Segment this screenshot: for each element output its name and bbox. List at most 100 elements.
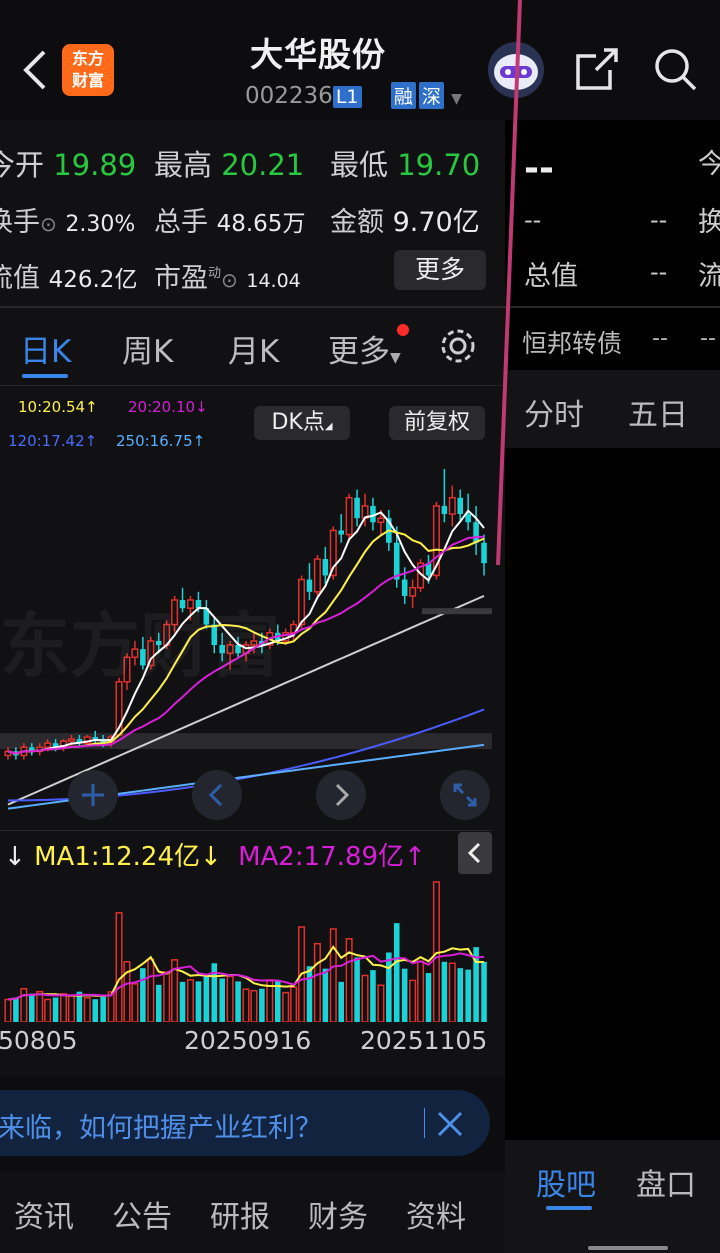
margin-tag: 融 <box>390 82 416 109</box>
banner-text: 来临，如何把握产业红利？ <box>0 1113 322 1144</box>
stock-code-row[interactable]: 002236 L1 融深 ▼ <box>245 82 462 109</box>
ma10-legend: 10:20.54↑ <box>18 398 98 416</box>
volume-bar <box>20 987 28 1022</box>
volume-chart[interactable] <box>0 876 492 1022</box>
tab-announcements[interactable]: 公告 <box>112 1192 172 1236</box>
candle-body <box>322 559 329 576</box>
back-icon[interactable] <box>16 48 52 92</box>
volume-bar <box>219 978 225 1022</box>
volume-bar <box>259 988 265 1022</box>
volume-bar <box>52 997 59 1022</box>
candle-body <box>393 542 400 580</box>
level-tag: L1 <box>332 86 362 108</box>
tab-daily-k[interactable]: 日K <box>20 326 71 371</box>
tab-guba[interactable]: 股吧 <box>536 1160 596 1204</box>
date-label-2: 20250916 <box>184 1026 312 1055</box>
volume-bar <box>92 999 99 1022</box>
scroll-right-button[interactable] <box>316 770 366 820</box>
tab-news[interactable]: 资讯 <box>14 1192 74 1236</box>
volume-bar <box>425 973 432 1022</box>
tab-finance[interactable]: 财务 <box>308 1192 368 1236</box>
dk-point-button[interactable]: DK点◢ <box>254 406 350 440</box>
zoom-in-button[interactable] <box>68 770 118 820</box>
right-total-value: -- <box>650 258 668 286</box>
candle-body <box>345 496 353 536</box>
candle-body <box>481 542 487 564</box>
right-value-b: -- <box>650 206 668 234</box>
more-quotes-button[interactable]: 更多 <box>394 250 486 290</box>
chevron-down-icon: ▼ <box>451 91 462 107</box>
candle-body <box>377 517 385 524</box>
candle-body <box>306 579 313 592</box>
volume-bar <box>155 984 162 1022</box>
fullscreen-button[interactable] <box>440 770 490 820</box>
volume-bar <box>361 974 369 1022</box>
bond-value-2: -- <box>700 326 716 351</box>
volume-bar <box>354 957 360 1022</box>
eastmoney-logo: 东方 财富 <box>62 44 114 96</box>
tab-indicator <box>546 1206 592 1210</box>
high-quote: 最高 20.21 <box>154 148 305 182</box>
candle-body <box>401 579 408 596</box>
tab-research[interactable]: 研报 <box>210 1192 270 1236</box>
volume-bar <box>186 979 194 1022</box>
divider <box>0 830 492 831</box>
volume-bar <box>83 997 91 1022</box>
price-adjust-button[interactable]: 前复权 <box>389 406 485 440</box>
market-cap-quote: 流值 426.2亿 <box>0 263 138 294</box>
volume-bar <box>329 928 337 1022</box>
tab-orderbook[interactable]: 盘口 <box>636 1160 696 1204</box>
volume-bar <box>203 975 210 1022</box>
collapse-panel-button[interactable] <box>458 832 492 874</box>
tab-fenshi[interactable]: 分时 <box>524 390 584 434</box>
home-indicator <box>588 1246 668 1250</box>
stock-name: 大华股份 <box>250 35 386 74</box>
close-icon[interactable] <box>436 1110 464 1138</box>
ma250-legend: 250:16.75↑ <box>116 432 206 450</box>
candle-body <box>338 530 344 535</box>
banner-divider <box>424 1108 425 1138</box>
tab-profile[interactable]: 资料 <box>406 1192 466 1236</box>
volume-bar <box>457 968 464 1022</box>
volume-bar <box>4 998 12 1022</box>
volume-bar <box>465 969 471 1022</box>
candle-body <box>298 578 306 626</box>
candle-body <box>473 522 479 543</box>
amount-quote: 金额 9.70亿 <box>330 207 480 238</box>
share-icon[interactable] <box>574 46 620 92</box>
date-label-3: 20251105 <box>360 1026 488 1055</box>
volume-bar <box>115 912 123 1022</box>
volume-bar <box>226 975 234 1022</box>
volume-bar <box>401 968 408 1022</box>
candle-body <box>67 738 75 742</box>
volume-bar <box>481 961 487 1022</box>
notification-dot <box>397 324 409 336</box>
volume-bar <box>290 986 298 1022</box>
volume-bar <box>448 962 456 1022</box>
annotation-stroke <box>496 0 522 566</box>
volume-bar <box>195 981 202 1022</box>
right-total-label: 总值 <box>524 261 578 292</box>
volume-bar <box>250 989 258 1022</box>
volume-bar <box>242 988 250 1022</box>
volume-bar <box>67 994 75 1022</box>
volume-bar <box>147 958 155 1022</box>
tab-weekly-k[interactable]: 周K <box>122 326 173 371</box>
news-banner[interactable]: 来临，如何把握产业红利？ <box>0 1090 490 1156</box>
scroll-left-button[interactable] <box>192 770 242 820</box>
candle-body <box>313 558 321 593</box>
tab-wuri[interactable]: 五日 <box>628 390 688 434</box>
tab-more[interactable]: 更多▼ <box>328 326 401 371</box>
volume-bar <box>36 990 44 1022</box>
search-icon[interactable] <box>652 46 698 92</box>
volume-bar <box>377 984 385 1022</box>
volume-bar <box>44 998 52 1022</box>
right-cut-label-2: 换 <box>698 207 720 238</box>
tab-monthly-k[interactable]: 月K <box>228 326 279 371</box>
settings-icon[interactable] <box>438 326 478 366</box>
volume-bar <box>28 993 35 1022</box>
bond-value-1: -- <box>652 326 668 351</box>
candle-body <box>441 505 448 515</box>
candle-body <box>92 737 99 740</box>
volume-bar <box>282 991 290 1022</box>
